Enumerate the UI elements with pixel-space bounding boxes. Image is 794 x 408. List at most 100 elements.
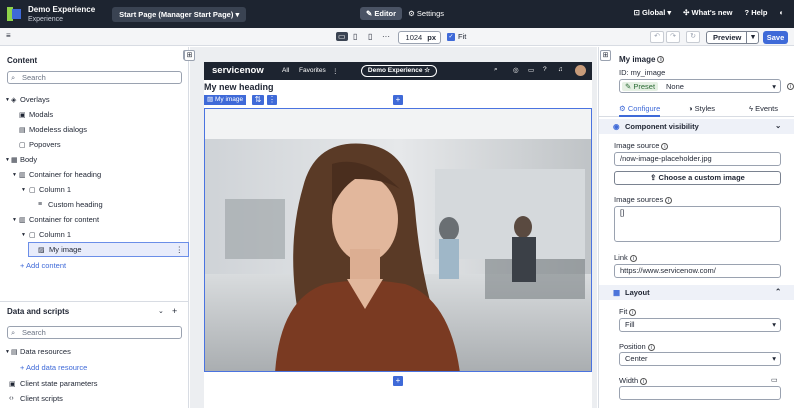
component-label-tab[interactable]: ▨ My image bbox=[204, 95, 247, 105]
bell-icon[interactable]: ♫ bbox=[558, 66, 563, 73]
choose-custom-image-button[interactable]: ⇪ Choose a custom image bbox=[614, 171, 781, 185]
add-content-link[interactable]: + Add content bbox=[0, 258, 189, 273]
chevron-down-icon[interactable]: ▾ bbox=[746, 32, 759, 43]
image-source-input[interactable]: /now-image-placeholder.jpg bbox=[614, 152, 781, 166]
globe-icon[interactable]: ◎ bbox=[513, 66, 519, 74]
tree-item-column1b[interactable]: ▼ ▢ Column 1 bbox=[0, 227, 189, 242]
add-above-button[interactable]: + bbox=[393, 95, 403, 105]
image-component[interactable] bbox=[204, 108, 592, 372]
tree-item-modeless[interactable]: ▤ Modeless dialogs bbox=[0, 122, 189, 137]
more-devices-icon[interactable]: ··· bbox=[382, 32, 390, 41]
chat-icon[interactable]: ▭ bbox=[528, 66, 534, 74]
info-icon[interactable]: i bbox=[629, 254, 637, 262]
tree-label: Container for content bbox=[29, 215, 100, 224]
search-icon[interactable]: ⌕ bbox=[494, 66, 498, 74]
info-icon[interactable]: i bbox=[661, 142, 669, 150]
help-icon[interactable]: ? bbox=[543, 66, 547, 73]
add-data-resource-link[interactable]: + Add data resource bbox=[0, 360, 189, 375]
select-value: Fill bbox=[625, 320, 635, 329]
tab-styles[interactable]: ◑ Styles bbox=[688, 104, 715, 113]
info-icon[interactable]: i bbox=[640, 377, 648, 385]
undo-button[interactable]: ↶ bbox=[650, 31, 664, 43]
content-search-input[interactable]: ⌕ Search bbox=[7, 71, 182, 84]
help-button[interactable]: ? Help bbox=[745, 8, 768, 17]
refresh-button[interactable]: ↻ bbox=[686, 31, 700, 43]
info-icon[interactable]: i bbox=[665, 196, 673, 204]
tree-item-container-content[interactable]: ▼ ▥ Container for content bbox=[0, 212, 189, 227]
nav-all[interactable]: All bbox=[282, 67, 289, 74]
nav-more-icon[interactable]: ⋮ bbox=[332, 67, 339, 75]
position-select[interactable]: Center ▾ bbox=[619, 352, 781, 366]
layout-section-header[interactable]: ▦ Layout ⌃ bbox=[599, 285, 794, 300]
add-icon[interactable]: + bbox=[172, 306, 177, 316]
tree-item-custom-heading[interactable]: ≡ Custom heading bbox=[0, 197, 189, 212]
page-heading[interactable]: My new heading bbox=[204, 82, 274, 92]
preview-button[interactable]: Preview ▾ bbox=[706, 31, 759, 44]
avatar[interactable] bbox=[575, 65, 586, 76]
section-title: Component visibility bbox=[625, 122, 699, 131]
experience-pill[interactable]: Demo Experience ☆ bbox=[361, 65, 437, 77]
mobile-icon[interactable]: ▯ bbox=[368, 32, 372, 41]
whats-new-button[interactable]: ✣ What's new bbox=[683, 8, 732, 17]
info-icon[interactable]: i bbox=[629, 308, 637, 316]
tree-item-column1a[interactable]: ▼ ▢ Column 1 bbox=[0, 182, 189, 197]
viewport-width-input[interactable]: 1024 px bbox=[398, 31, 441, 44]
component-id-text: ID: my_image bbox=[619, 68, 666, 77]
tree-item-client-scripts[interactable]: ‹› Client scripts bbox=[0, 391, 189, 406]
add-content-label: + Add content bbox=[20, 261, 67, 270]
tree-item-popovers[interactable]: ▢ Popovers bbox=[0, 137, 189, 152]
info-icon[interactable]: i bbox=[647, 343, 655, 351]
device-icon[interactable]: ▭ bbox=[771, 376, 778, 384]
tablet-icon[interactable]: ▯ bbox=[353, 32, 357, 41]
editor-button[interactable]: ✎ Editor bbox=[360, 7, 403, 20]
page-selector[interactable]: Start Page (Manager Start Page) ▾ bbox=[112, 6, 247, 22]
tree-item-my-image[interactable]: ▨ My image ⋮ bbox=[28, 242, 189, 257]
preset-select[interactable]: ✎ Preset None ▾ bbox=[619, 79, 781, 93]
add-below-button[interactable]: + bbox=[393, 376, 403, 386]
app-logo-icon bbox=[7, 7, 21, 21]
chevron-down-icon: ▾ bbox=[235, 9, 240, 19]
global-scope-button[interactable]: ⊡ Global ▾ bbox=[634, 8, 672, 17]
tab-label: Styles bbox=[694, 104, 716, 113]
link-input[interactable]: https://www.servicenow.com/ bbox=[614, 264, 781, 278]
tree-item-body[interactable]: ▼ ▦ Body bbox=[0, 152, 189, 167]
tab-events[interactable]: ϟ Events bbox=[749, 104, 778, 113]
component-more-icon[interactable]: ⋮ bbox=[267, 95, 277, 105]
tree-item-client-state[interactable]: ▣ Client state parameters bbox=[0, 376, 189, 391]
tree-item-modals[interactable]: ▣ Modals bbox=[0, 107, 189, 122]
tree-item-container-heading[interactable]: ▼ ▥ Container for heading bbox=[0, 167, 189, 182]
whats-new-label: What's new bbox=[691, 8, 733, 17]
chevron-down-icon[interactable]: ⌄ bbox=[158, 307, 164, 315]
menu-icon[interactable]: ≡ bbox=[6, 31, 11, 40]
collapse-right-panel-icon[interactable]: ⊞ bbox=[600, 50, 611, 61]
settings-button[interactable]: ⚙ Settings bbox=[408, 9, 444, 18]
label-text: Fit bbox=[619, 307, 628, 316]
search-icon: ⌕ bbox=[11, 328, 16, 337]
move-handle-icon[interactable]: ⇅ bbox=[252, 95, 264, 105]
nav-favorites[interactable]: Favorites bbox=[299, 67, 326, 74]
more-options-icon[interactable]: ⋮ bbox=[176, 245, 184, 254]
tree-item-data-resources[interactable]: ▼ ▤ Data resources bbox=[0, 344, 189, 359]
save-button[interactable]: Save bbox=[763, 31, 788, 44]
fit-checkbox[interactable]: ✓ Fit bbox=[447, 32, 466, 41]
image-icon: ▨ bbox=[207, 96, 214, 103]
preset-badge: ✎ Preset bbox=[622, 82, 659, 91]
redo-button[interactable]: ↷ bbox=[666, 31, 680, 43]
image-sources-textarea[interactable]: [] bbox=[614, 206, 781, 242]
width-input[interactable] bbox=[619, 386, 781, 400]
info-icon[interactable]: i bbox=[787, 83, 794, 90]
redo-icon: ↷ bbox=[670, 33, 676, 40]
tree-item-overlays[interactable]: ▼ ◈ Overlays bbox=[0, 92, 189, 107]
visibility-section-header[interactable]: ◉ Component visibility ⌄ bbox=[599, 119, 794, 134]
info-icon[interactable]: i bbox=[657, 56, 665, 64]
tab-configure[interactable]: ⚙ Configure bbox=[619, 104, 661, 117]
app-title: Demo Experience bbox=[28, 4, 96, 14]
contrast-icon[interactable]: ◐ bbox=[779, 8, 784, 17]
width-value: 1024 bbox=[405, 33, 423, 42]
data-search-input[interactable]: ⌕ Search bbox=[7, 326, 182, 339]
expand-left-panel-icon[interactable]: ⊞ bbox=[184, 50, 195, 61]
fit-select[interactable]: Fill ▾ bbox=[619, 318, 781, 332]
desktop-icon[interactable]: ▭ bbox=[336, 32, 348, 41]
page-selector-label: Start Page (Manager Start Page) bbox=[119, 9, 234, 19]
preset-label: Preset bbox=[633, 82, 656, 91]
